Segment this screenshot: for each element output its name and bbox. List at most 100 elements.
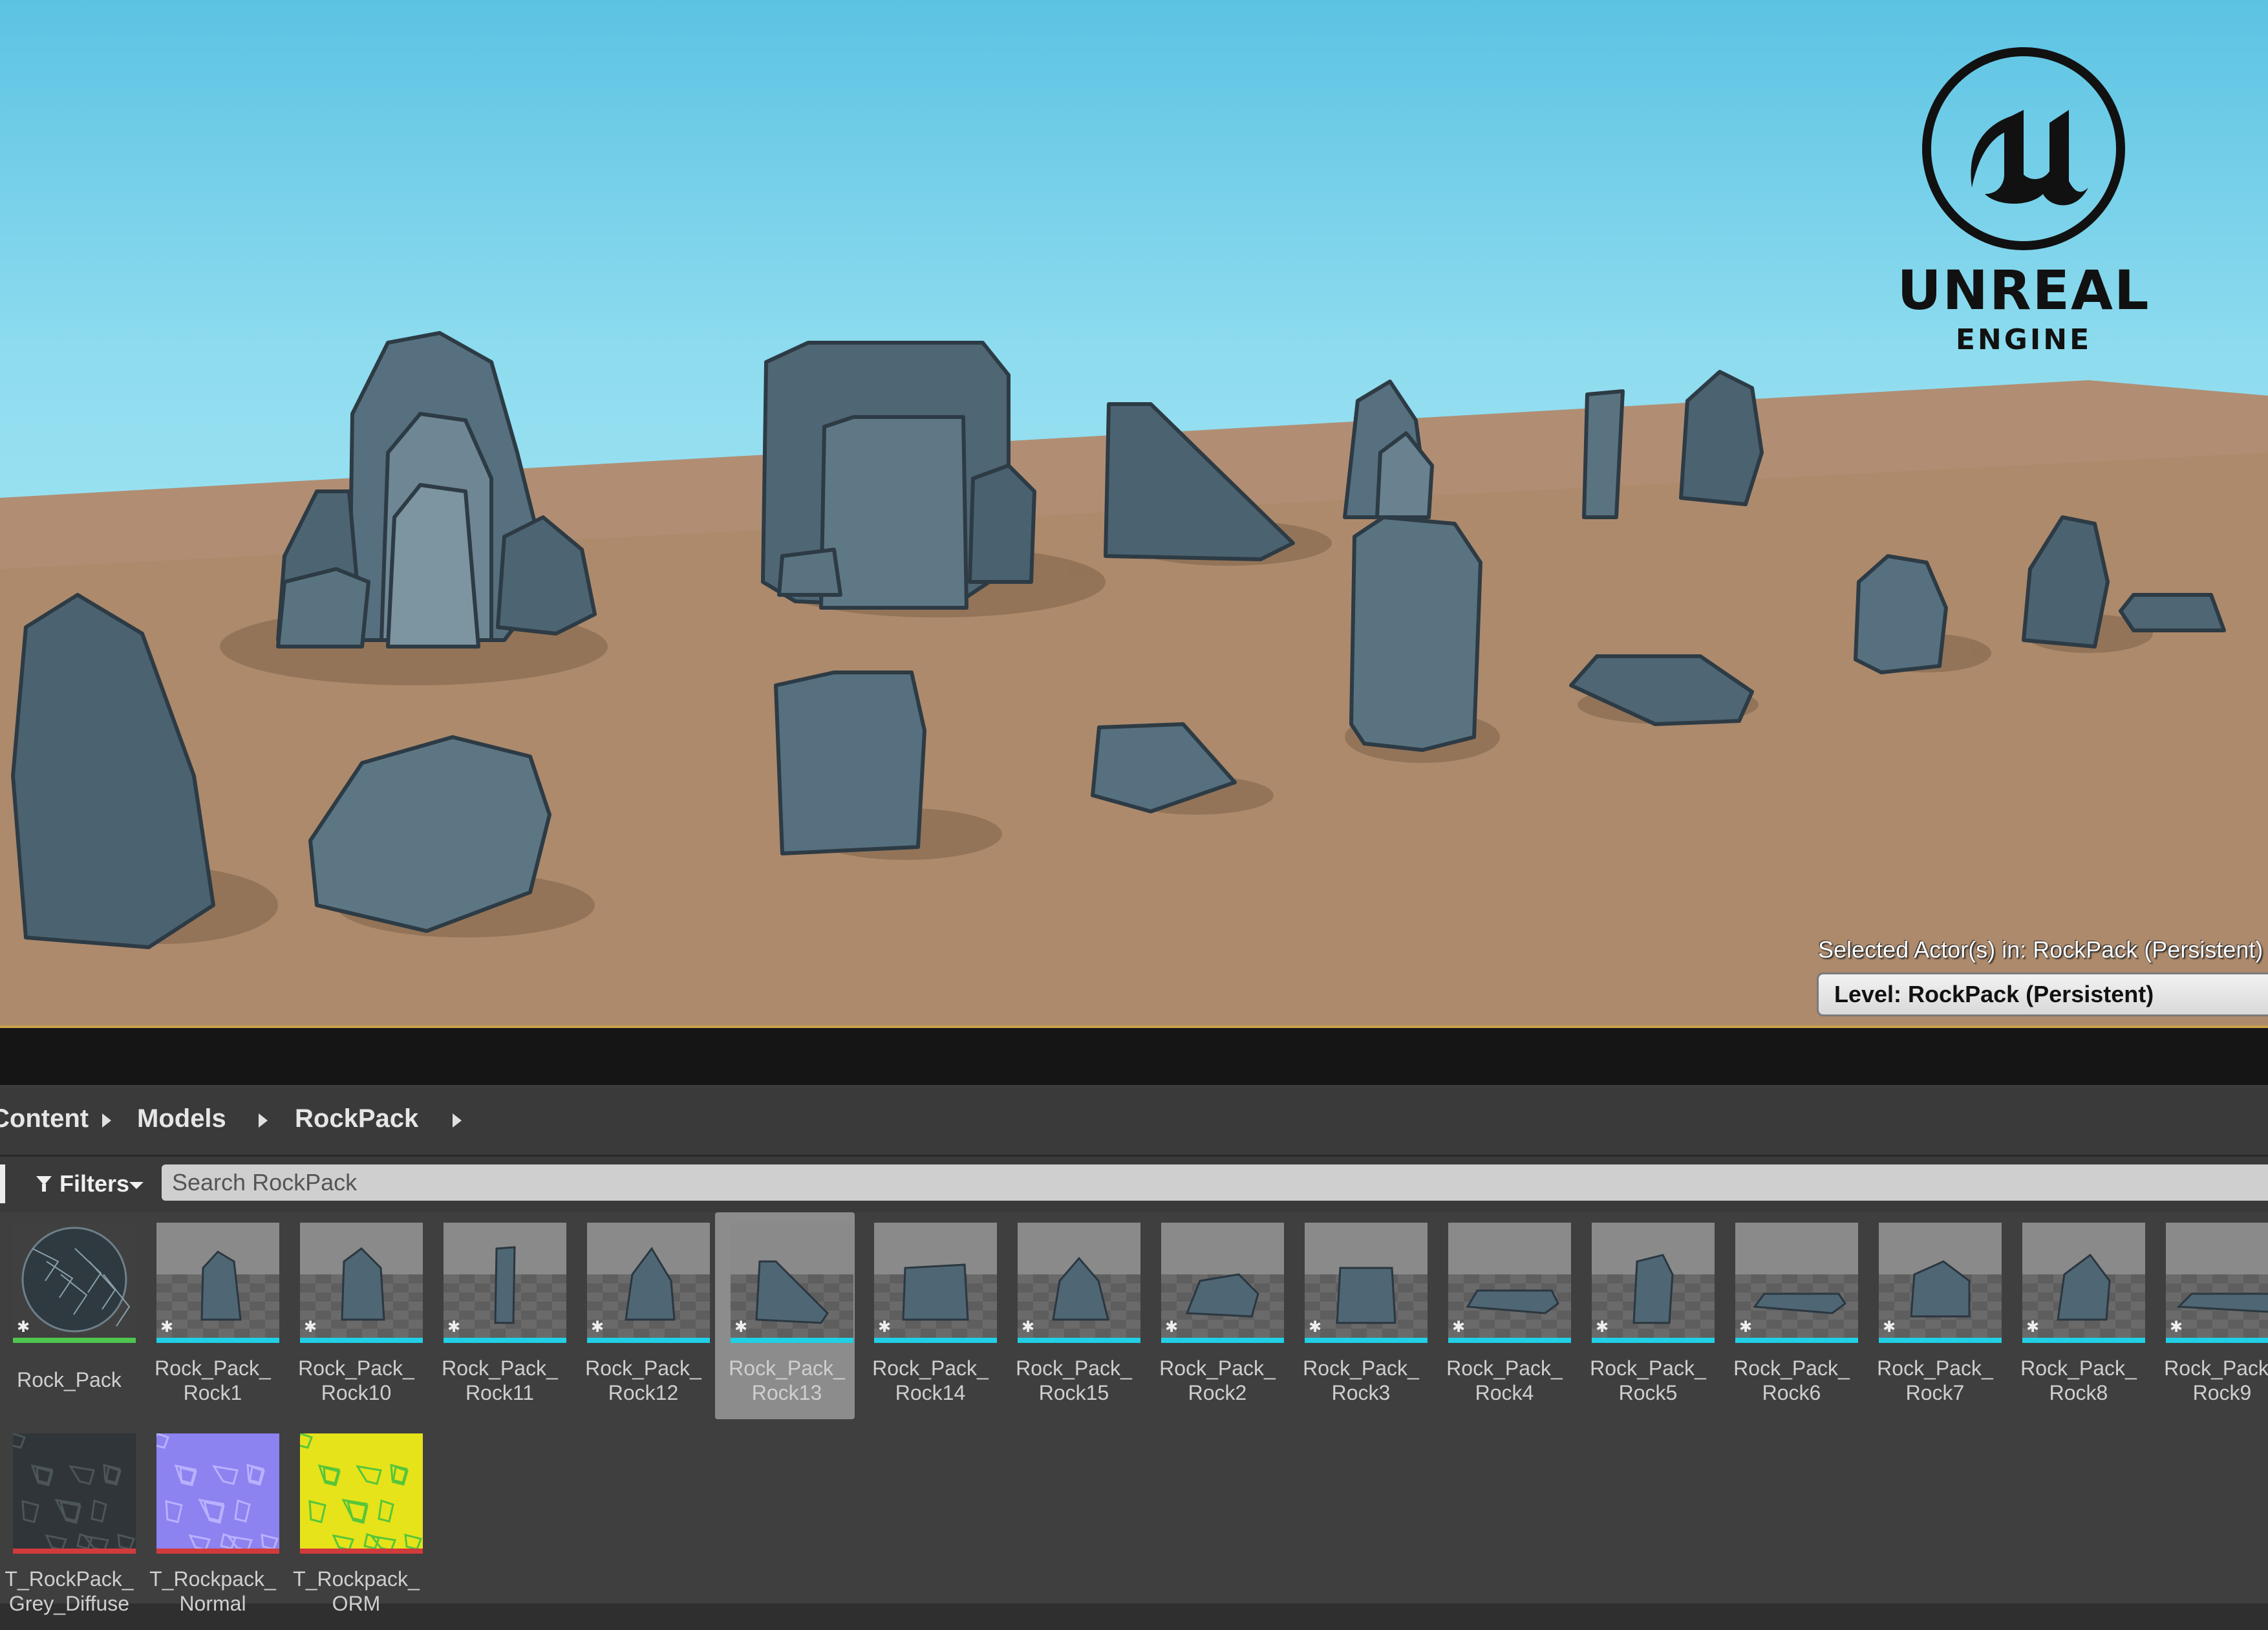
level-viewport[interactable]: UNREAL ENGINE Selected Actor(s) in: Rock… [0,0,2268,1028]
asset-label-line1: T_Rockpack_ [149,1567,276,1591]
asset-tile[interactable]: ✱ Rock_Pack_ Rock7 [1863,1212,2003,1419]
asset-tile[interactable]: ✱ Rock_Pack_ Rock12 [572,1212,711,1419]
asset-type-bar [1018,1338,1140,1343]
asset-preview [444,1223,566,1343]
asset-label-line1: Rock_Pack_ [729,1357,845,1380]
asset-label: Rock_Pack_ Rock15 [1007,1356,1140,1405]
asset-label: Rock_Pack_ Rock1 [146,1356,279,1405]
asset-label: Rock_Pack_Rock9 [2156,1356,2268,1405]
asset-label-line1: T_Rockpack_ [293,1567,420,1591]
asset-label-line2: Rock5 [1618,1381,1678,1404]
breadcrumb-item-content[interactable]: Content [0,1104,89,1133]
breadcrumb-arrow-icon[interactable] [453,1113,462,1128]
asset-thumbnail: ✱ [13,1223,136,1343]
asset-label-line1: Rock_Pack_ [585,1357,701,1380]
asset-type-bar [300,1338,423,1343]
asset-type-bar [156,1549,279,1554]
asset-tile[interactable]: ✱ Rock_Pack_ Rock14 [859,1212,998,1419]
asset-label: Rock_Pack_ Rock7 [1868,1356,2002,1405]
asset-label-line1: Rock_Pack_ [1877,1357,1993,1380]
panel-divider [0,1028,2268,1085]
asset-label: Rock_Pack_ Rock3 [1294,1356,1428,1405]
asset-tile[interactable]: ✱ Rock_Pack_ Rock15 [1002,1212,1142,1419]
asset-thumbnail: ✱ [1592,1223,1715,1343]
asset-label-line1: Rock_Pack_ [1733,1357,1850,1380]
asset-type-bar [13,1338,136,1343]
breadcrumb-item-rockpack[interactable]: RockPack [295,1104,418,1133]
asset-label-line2: Rock2 [1188,1381,1247,1404]
asset-label-line2: Rock7 [1905,1381,1965,1404]
asset-label-line2: Rock3 [1331,1381,1391,1404]
asset-tile[interactable]: ✱ Rock_Pack_Rock9 [2150,1212,2268,1419]
asset-label: Rock_Pack_ Rock8 [2012,1356,2145,1405]
asset-label-line1: Rock_Pack_ [1016,1357,1132,1380]
asset-tile[interactable]: ✱ Rock_Pack_ Rock6 [1720,1212,1859,1419]
asset-tile[interactable]: ✱ Rock_Pack_ Rock11 [428,1212,568,1419]
asset-tile[interactable]: ✱ Rock_Pack_ Rock5 [1576,1212,1716,1419]
asset-thumbnail: ✱ [2166,1223,2268,1343]
asset-tile[interactable]: ✱ Rock_Pack_ Rock8 [2007,1212,2146,1419]
asset-thumbnail: ✱ [1305,1223,1428,1343]
asset-thumbnail: ✱ [731,1223,853,1343]
asset-tile[interactable]: T_RockPack_ Grey_Diffuse [0,1423,137,1630]
asset-preview [1592,1223,1715,1343]
asset-label: T_Rockpack_ Normal [146,1567,279,1616]
asset-type-bar [1448,1338,1571,1343]
sources-panel-toggle[interactable] [0,1164,5,1203]
asset-label: Rock_Pack_ Rock12 [577,1356,710,1405]
asset-label-line1: Rock_Pack_ [298,1357,414,1380]
asset-type-icon: ✱ [2169,1318,2183,1336]
level-badge[interactable]: Level: RockPack (Persistent) [1817,972,2268,1016]
asset-type-icon: ✱ [590,1318,604,1336]
asset-type-icon: ✱ [303,1318,317,1336]
asset-grid: ✱ Rock_Pack ✱ Rock_Pack_ Rock1 ✱ Rock_Pack_ Roc… [0,1212,2268,1615]
asset-label: Rock_Pack_ Rock11 [433,1356,566,1405]
asset-thumbnail: ✱ [874,1223,997,1343]
asset-type-icon: ✱ [734,1318,748,1336]
asset-tile[interactable]: T_Rockpack_ Normal [141,1423,281,1630]
asset-label: T_Rockpack_ ORM [290,1567,423,1616]
asset-thumbnail: ✱ [1879,1223,2002,1343]
asset-type-icon: ✱ [1738,1318,1753,1336]
asset-preview [587,1223,710,1343]
asset-label-line2: Rock12 [608,1381,679,1404]
asset-label-line1: Rock_Pack_ [1159,1357,1276,1380]
asset-type-bar [2166,1338,2268,1343]
asset-preview [1018,1223,1140,1343]
asset-type-bar [1305,1338,1428,1343]
asset-type-icon: ✱ [1451,1318,1466,1336]
chevron-down-icon [129,1182,144,1189]
search-input[interactable]: Search RockPack [162,1164,2268,1201]
asset-type-icon: ✱ [2026,1318,2040,1336]
asset-label-line2: Normal [179,1592,246,1615]
asset-preview [300,1433,423,1554]
asset-label: Rock_Pack_ Rock5 [1581,1356,1715,1405]
breadcrumb-arrow-icon[interactable] [259,1113,268,1128]
asset-type-bar [587,1338,710,1343]
asset-label-line1: Rock_Pack_ [872,1357,989,1380]
asset-tile[interactable]: T_Rockpack_ ORM [284,1423,424,1630]
breadcrumb-arrow-icon[interactable] [102,1113,111,1128]
asset-tile[interactable]: ✱ Rock_Pack_ Rock10 [284,1212,424,1419]
asset-preview [156,1223,279,1343]
asset-thumbnail: ✱ [156,1223,279,1343]
filters-button[interactable]: Filters [31,1164,154,1203]
asset-type-icon: ✱ [1021,1318,1035,1336]
asset-label-line1: Rock_Pack_ [442,1357,558,1380]
asset-tile[interactable]: ✱ Rock_Pack_ Rock3 [1289,1212,1429,1419]
asset-tile[interactable]: ✱ Rock_Pack [0,1212,137,1419]
breadcrumb-item-models[interactable]: Models [137,1104,226,1133]
asset-tile[interactable]: ✱ Rock_Pack_ Rock13 [715,1212,855,1419]
asset-preview [1879,1223,2002,1343]
asset-type-bar [731,1338,853,1343]
asset-type-bar [874,1338,997,1343]
asset-tile[interactable]: ✱ Rock_Pack_ Rock1 [141,1212,281,1419]
asset-label-line2: Rock14 [895,1381,966,1404]
asset-type-icon: ✱ [447,1318,461,1336]
asset-preview [731,1223,853,1343]
asset-type-bar [156,1338,279,1343]
selected-actors-label: Selected Actor(s) in: RockPack (Persiste… [1818,936,2263,963]
asset-preview [156,1433,279,1554]
asset-tile[interactable]: ✱ Rock_Pack_ Rock4 [1433,1212,1572,1419]
asset-tile[interactable]: ✱ Rock_Pack_ Rock2 [1146,1212,1285,1419]
